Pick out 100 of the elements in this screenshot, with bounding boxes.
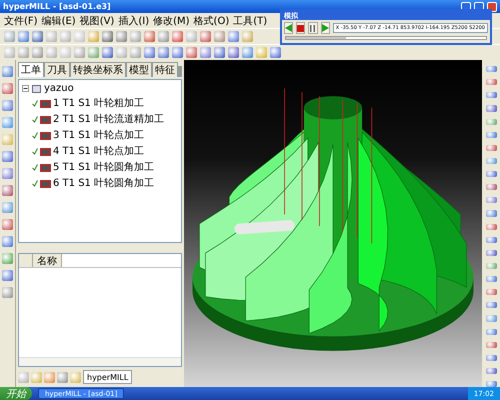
- toolbar-button[interactable]: [486, 342, 496, 348]
- menu-item[interactable]: 编辑(E): [42, 14, 76, 28]
- toolbar-button[interactable]: [2, 66, 13, 77]
- toolbar-button[interactable]: [88, 31, 99, 42]
- toolbar-button[interactable]: [2, 168, 13, 179]
- toolbar-button[interactable]: [214, 47, 225, 58]
- tree-item[interactable]: yazuo: [44, 83, 74, 94]
- toolbar-button[interactable]: [486, 262, 496, 269]
- toolbar-button[interactable]: [228, 31, 239, 42]
- menu-item[interactable]: 视图(V): [80, 14, 114, 28]
- toolbar-button[interactable]: [486, 79, 496, 86]
- toolbar-button[interactable]: [158, 31, 169, 42]
- toolbar-button[interactable]: [486, 289, 496, 296]
- toolbar-button[interactable]: [32, 31, 43, 42]
- toolbar-button[interactable]: [486, 92, 496, 98]
- close-button[interactable]: [487, 2, 497, 12]
- menu-item[interactable]: 修改(M): [153, 14, 190, 28]
- toolbar-button[interactable]: [158, 47, 169, 58]
- panel-tab[interactable]: 特征: [152, 62, 178, 77]
- check-icon[interactable]: [32, 132, 38, 138]
- toolbar-button[interactable]: [256, 47, 267, 58]
- start-button[interactable]: 开始: [0, 387, 32, 400]
- toolbar-button[interactable]: [18, 372, 29, 382]
- column-header[interactable]: 名称: [33, 254, 62, 268]
- toolbar-button[interactable]: [130, 47, 141, 58]
- toolbar-button[interactable]: [200, 47, 211, 58]
- panel-tab[interactable]: 工单: [18, 62, 44, 77]
- toolbar-button[interactable]: [4, 47, 15, 58]
- toolbar-button[interactable]: [486, 302, 496, 308]
- panel-tab[interactable]: 模型: [126, 62, 152, 77]
- toolbar-button[interactable]: [486, 210, 496, 216]
- toolbar-button[interactable]: [4, 31, 15, 42]
- tree-item[interactable]: 4 T1 S1 叶轮点加工: [53, 144, 144, 158]
- toolbar-button[interactable]: [486, 250, 496, 256]
- toolbar-button[interactable]: [228, 47, 239, 58]
- check-icon[interactable]: [32, 164, 38, 170]
- toolbar-button[interactable]: [242, 31, 253, 42]
- toolbar-button[interactable]: [486, 368, 496, 374]
- toolbar-button[interactable]: [44, 372, 55, 382]
- column-header[interactable]: [19, 254, 33, 268]
- play-button[interactable]: [320, 22, 330, 34]
- toolbar-button[interactable]: [2, 100, 13, 111]
- pause-button[interactable]: [308, 22, 318, 34]
- toolbar-button[interactable]: [486, 276, 496, 282]
- toolbar-button[interactable]: [486, 66, 496, 72]
- toolbar-button[interactable]: [486, 197, 496, 204]
- toolbar-button[interactable]: [2, 270, 13, 281]
- toolbar-button[interactable]: [144, 31, 155, 42]
- toolbar-button[interactable]: [486, 144, 496, 151]
- toolbar-button[interactable]: [18, 47, 29, 58]
- menu-item[interactable]: 工具(T): [233, 14, 268, 28]
- toolbar-button[interactable]: [60, 31, 71, 42]
- toolbar-button[interactable]: [486, 132, 496, 138]
- toolbar-button[interactable]: [88, 47, 99, 58]
- toolbar-button[interactable]: [486, 184, 496, 190]
- toolbar-button[interactable]: [18, 31, 29, 42]
- toolbar-button[interactable]: [2, 83, 13, 94]
- panel-tab[interactable]: 刀具: [44, 62, 70, 77]
- progress-track[interactable]: [285, 36, 487, 40]
- toolbar-button[interactable]: [486, 158, 496, 164]
- toolbar-button[interactable]: [214, 31, 225, 42]
- toolbar-button[interactable]: [172, 31, 183, 42]
- toolbar-button[interactable]: [2, 185, 13, 196]
- toolbar-button[interactable]: [242, 47, 253, 58]
- toolbar-button[interactable]: [2, 236, 13, 247]
- check-icon[interactable]: [32, 180, 38, 186]
- play-backward-button[interactable]: [284, 22, 294, 34]
- toolbar-button[interactable]: [74, 47, 85, 58]
- menu-item[interactable]: 文件(F): [4, 14, 38, 28]
- stop-button[interactable]: [296, 22, 306, 34]
- toolbar-button[interactable]: [486, 118, 496, 125]
- toolbar-button[interactable]: [486, 236, 496, 243]
- toolbar-button[interactable]: [46, 31, 57, 42]
- tree-item[interactable]: 2 T1 S1 叶轮流道精加工: [53, 112, 164, 126]
- toolbar-button[interactable]: [46, 47, 57, 58]
- toolbar-button[interactable]: [31, 372, 42, 382]
- toolbar-button[interactable]: [70, 372, 81, 382]
- toolbar-button[interactable]: [102, 31, 113, 42]
- toolbar-button[interactable]: [2, 219, 13, 230]
- menu-item[interactable]: 插入(I): [118, 14, 150, 28]
- tree-item[interactable]: 6 T1 S1 叶轮圆角加工: [53, 176, 154, 190]
- toolbar-button[interactable]: [57, 372, 68, 382]
- tree-item[interactable]: 3 T1 S1 叶轮点加工: [53, 128, 144, 142]
- toolbar-button[interactable]: [2, 202, 13, 213]
- toolbar-button[interactable]: [2, 134, 13, 145]
- toolbar-button[interactable]: [2, 253, 13, 264]
- panel-tab[interactable]: 转换坐标系: [70, 62, 126, 77]
- toolbar-button[interactable]: [486, 354, 496, 361]
- toolbar-button[interactable]: [486, 171, 496, 178]
- toolbar-button[interactable]: [486, 328, 496, 335]
- toolbar-button[interactable]: [486, 224, 496, 230]
- browser-tab[interactable]: hyperMILL: [83, 370, 132, 384]
- toolbar-button[interactable]: [2, 151, 13, 162]
- toolbar-button[interactable]: [270, 47, 281, 58]
- horizontal-scrollbar[interactable]: [19, 357, 181, 366]
- toolbar-button[interactable]: [486, 105, 496, 112]
- tree-item[interactable]: 1 T1 S1 叶轮粗加工: [53, 96, 144, 110]
- check-icon[interactable]: [32, 148, 38, 154]
- toolbar-button[interactable]: [144, 47, 155, 58]
- toolbar-button[interactable]: [2, 117, 13, 128]
